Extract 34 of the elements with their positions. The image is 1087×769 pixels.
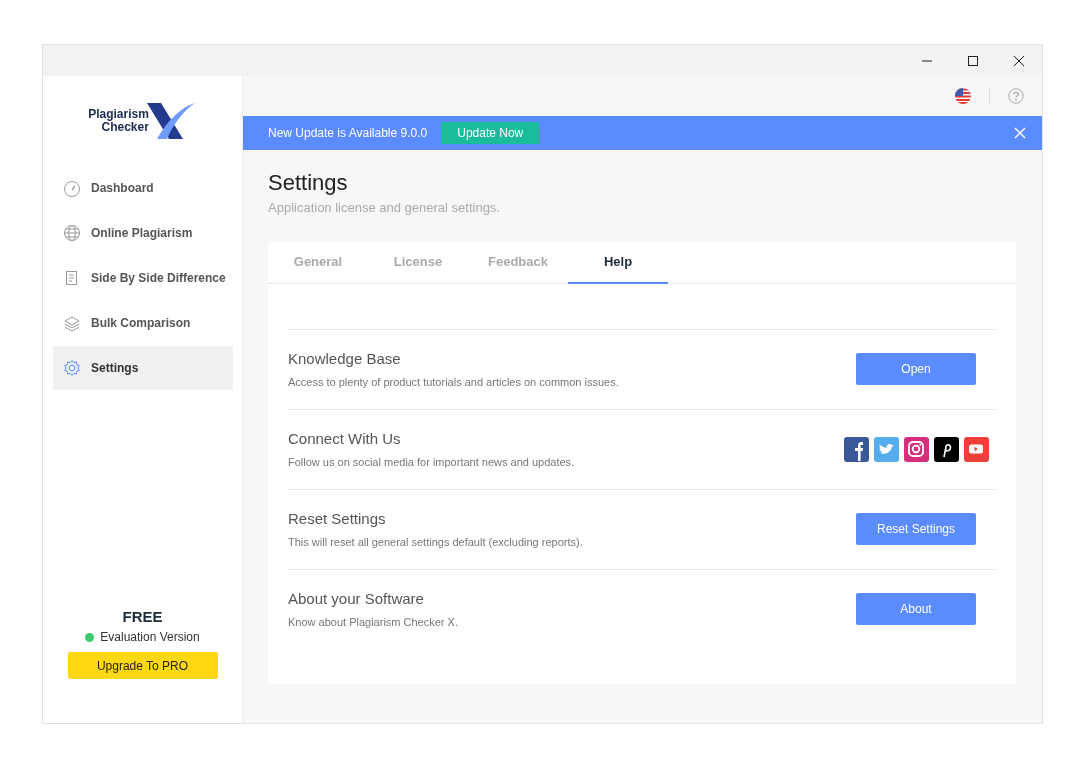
status-dot [85,632,95,642]
section-description: This will reset all general settings default (excluding reports). [288,535,583,551]
section-title: About your Software [288,588,425,609]
sidebar-item[interactable]: Online Plagiarism [53,211,233,255]
section-title: Reset Settings [288,508,387,529]
sidebar-item[interactable]: Dashboard [53,166,233,210]
layers-icon [63,314,81,332]
plan-status: Evaluation Version [100,629,200,646]
section-description: Know about Plagiarism Checker X. [288,615,458,631]
logo-text: Plagiarism Checker [88,108,149,134]
upgrade-button[interactable]: Upgrade To PRO [67,652,218,679]
section-description: Follow us on social media for important news and updates. [288,455,575,471]
globe-icon [63,224,81,242]
close-banner-button[interactable] [1014,127,1026,139]
play-icon[interactable] [964,436,989,462]
tab[interactable]: Help [568,241,668,284]
page-subtitle: Application license and general settings. [268,199,501,218]
facebook-icon[interactable] [844,436,869,462]
page-title: Settings [268,170,349,197]
update-message: New Update is Available 9.0.0 [268,125,428,142]
help-button[interactable] [1008,88,1024,104]
gauge-icon [63,179,81,197]
plan-name: FREE [122,606,163,627]
section-description: Access to plenty of product tutorials and articles on common issues. [288,375,619,391]
section-title: Knowledge Base [288,348,402,369]
bird-icon[interactable] [874,436,899,462]
settings-icon [63,359,81,377]
sidebar-item[interactable]: Side By Side Difference [53,256,233,300]
pin-icon[interactable] [934,436,959,462]
camera-icon[interactable] [904,436,929,462]
flag-icon [955,88,971,104]
section-title: Connect With Us [288,428,402,449]
sidebar-item[interactable]: Settings [53,346,233,390]
sidebar-item[interactable]: Bulk Comparison [53,301,233,345]
